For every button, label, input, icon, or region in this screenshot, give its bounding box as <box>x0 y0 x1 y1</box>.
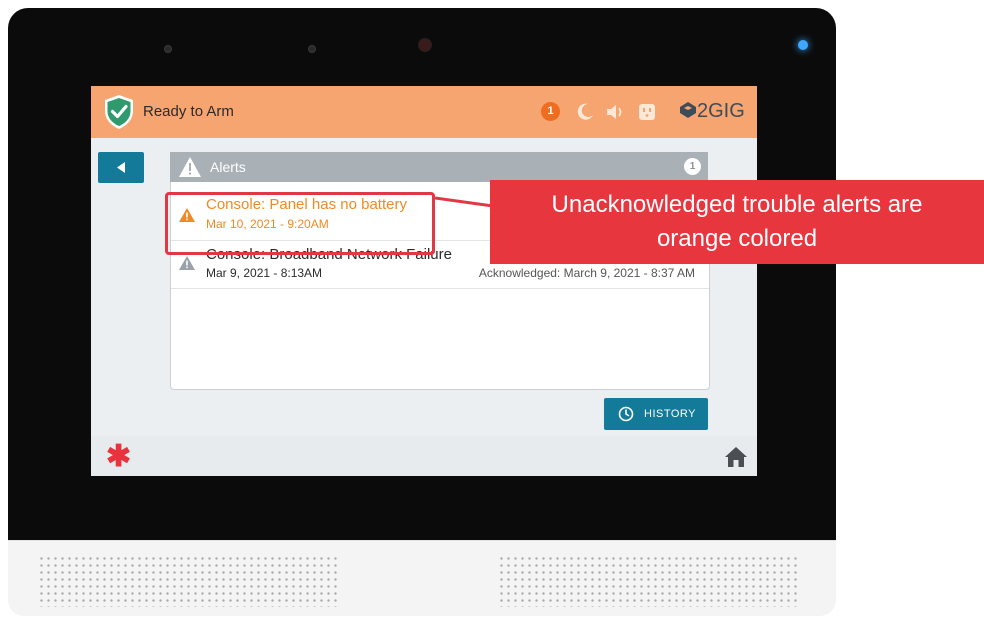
shield-check-icon <box>105 95 133 129</box>
outlet-icon[interactable] <box>637 102 657 122</box>
camera-lens <box>418 38 432 52</box>
callout-connector <box>435 196 493 208</box>
arm-status-label: Ready to Arm <box>143 103 234 120</box>
alerts-header: Alerts 1 <box>170 152 708 182</box>
status-bar: Ready to Arm 1 2GIG <box>91 86 757 138</box>
callout-line-2: orange colored <box>656 225 818 252</box>
highlight-box <box>165 192 435 255</box>
warning-icon <box>179 256 195 270</box>
back-button[interactable] <box>98 152 144 183</box>
brand-name: 2GIG <box>697 100 745 122</box>
speaker-icon[interactable] <box>605 102 625 122</box>
brand-mark-icon <box>680 102 696 118</box>
history-button[interactable]: HISTORY <box>604 398 708 430</box>
speaker-grille-right <box>498 555 798 607</box>
notification-count-badge[interactable]: 1 <box>541 102 560 121</box>
clock-icon <box>618 406 634 422</box>
moon-icon[interactable] <box>575 102 595 122</box>
sensor-dot <box>164 45 172 53</box>
history-button-label: HISTORY <box>644 408 696 420</box>
home-icon[interactable] <box>724 446 748 468</box>
brand-logo: 2GIG <box>679 100 745 123</box>
speaker-grille-left <box>38 555 338 607</box>
callout-line-1: Unacknowledged trouble alerts are <box>551 191 923 218</box>
sensor-dot <box>308 45 316 53</box>
alert-date: Mar 9, 2021 - 8:13AM <box>206 266 323 280</box>
back-arrow-icon <box>117 162 125 173</box>
row-divider <box>171 288 709 289</box>
alerts-count-badge: 1 <box>684 158 701 175</box>
speaker-base <box>8 540 836 616</box>
bottom-bar: ✱ <box>91 436 757 476</box>
warning-icon <box>179 157 201 177</box>
emergency-asterisk-icon[interactable]: ✱ <box>106 439 131 474</box>
annotation-callout: Unacknowledged trouble alerts are orange… <box>490 180 984 264</box>
touch-screen: Ready to Arm 1 2GIG Alerts 1 Console: Pa… <box>91 86 757 476</box>
status-led <box>798 40 808 50</box>
alerts-title: Alerts <box>210 159 246 175</box>
alert-acknowledged-time: Acknowledged: March 9, 2021 - 8:37 AM <box>478 266 695 280</box>
